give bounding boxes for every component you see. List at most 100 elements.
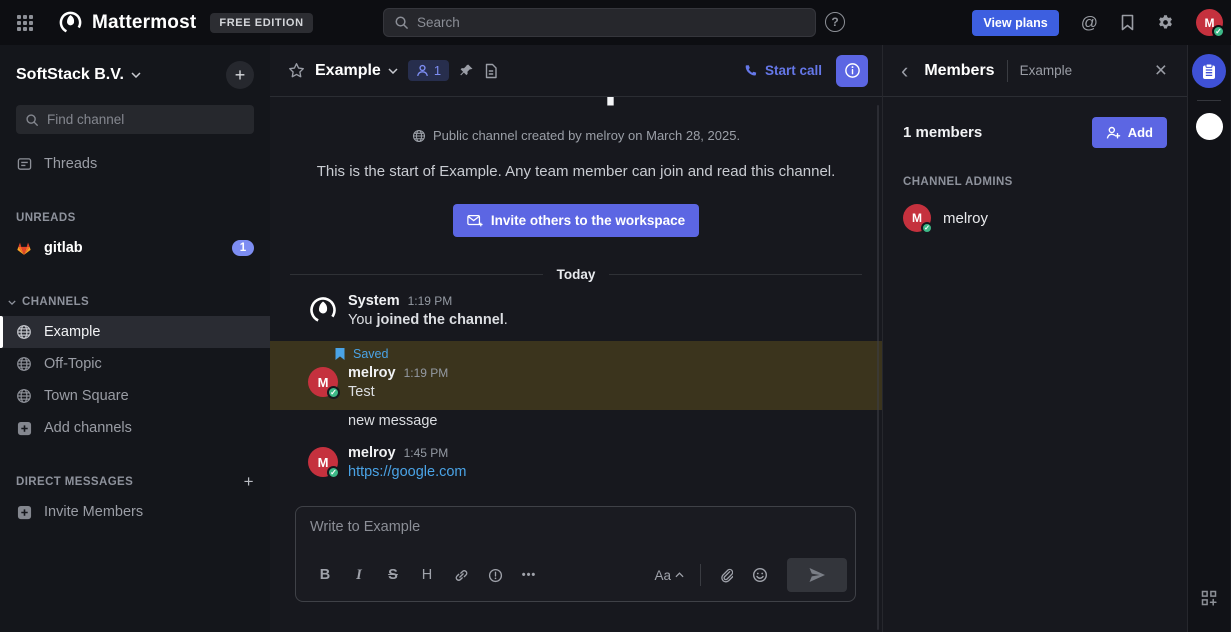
mentions-icon[interactable]: @ [1081, 13, 1098, 33]
paperclip-icon [719, 567, 733, 583]
sidebar-item-example[interactable]: Example [0, 316, 270, 348]
invite-members-button[interactable]: Invite Members [0, 496, 270, 528]
saved-message-block: Saved M ✓ melroy 1:19 PM Test [270, 341, 882, 410]
product-switcher-icon[interactable] [8, 6, 42, 40]
help-icon[interactable]: ? [825, 12, 845, 32]
message-text: You joined the channel. [348, 312, 858, 328]
user-avatar[interactable]: M ✓ [308, 447, 338, 477]
emoji-picker-button[interactable] [745, 560, 775, 590]
topbar-actions: View plans @ M ✓ [972, 0, 1223, 45]
system-message[interactable]: System 1:19 PM You joined the channel. [270, 288, 882, 333]
channel-members-button[interactable]: 1 [408, 60, 449, 81]
send-icon [808, 567, 826, 583]
plus-square-icon [16, 505, 32, 520]
sidebar-item-threads[interactable]: Threads [0, 148, 270, 180]
more-formatting-button[interactable]: ••• [514, 560, 544, 590]
scrollbar[interactable] [877, 105, 879, 630]
sidebar-item-gitlab[interactable]: gitlab 1 [0, 232, 270, 264]
member-count-label: 1 members [903, 124, 982, 141]
chevron-up-icon [675, 572, 684, 578]
online-status-icon: ✓ [327, 386, 340, 399]
channel-header: Example 1 Start call [270, 45, 882, 97]
person-icon [416, 64, 429, 77]
channel-files-icon[interactable] [484, 63, 498, 79]
send-message-button[interactable] [787, 558, 847, 592]
bookmark-icon [334, 347, 346, 361]
saved-flag: Saved [270, 347, 882, 365]
link-icon [454, 568, 469, 583]
message[interactable]: M ✓ melroy 1:45 PM https://google.com [270, 440, 882, 485]
message[interactable]: M ✓ melroy 1:19 PM Test [270, 365, 882, 402]
strikethrough-button[interactable]: S [378, 560, 408, 590]
close-panel-button[interactable]: × [1151, 59, 1171, 83]
channels-section-label[interactable]: CHANNELS [0, 288, 270, 316]
saved-posts-icon[interactable] [1120, 14, 1135, 31]
invite-others-button[interactable]: Invite others to the workspace [453, 204, 699, 237]
members-panel: ‹ Members Example × 1 members Add CHANNE… [883, 45, 1187, 632]
sidebar-item-off-topic[interactable]: Off-Topic [0, 348, 270, 380]
team-menu-button[interactable]: SoftStack B.V. [16, 66, 141, 84]
gitlab-icon [16, 240, 32, 257]
add-members-button[interactable]: Add [1092, 117, 1167, 148]
message-text: Test [348, 384, 858, 400]
add-channels-button[interactable]: Add channels [0, 412, 270, 444]
global-search[interactable] [383, 8, 816, 37]
globe-icon [16, 324, 32, 340]
message-author[interactable]: melroy [348, 365, 396, 381]
search-input[interactable] [417, 15, 805, 30]
unreads-section-label: UNREADS [0, 204, 270, 232]
message-input[interactable] [296, 507, 855, 555]
message-timestamp: 1:19 PM [408, 294, 453, 308]
search-icon [394, 15, 409, 30]
channel-intro-meta: Public channel created by melroy on Marc… [270, 128, 882, 143]
app-bar [1187, 45, 1230, 632]
find-channel-input[interactable] [47, 112, 245, 127]
message-link[interactable]: https://google.com [348, 464, 467, 480]
globe-icon [16, 388, 32, 404]
bold-button[interactable]: B [310, 560, 340, 590]
online-status-icon: ✓ [1212, 25, 1225, 38]
message-followup[interactable]: new message [270, 410, 882, 432]
find-channel[interactable] [16, 105, 254, 134]
brand-name: Mattermost [92, 12, 196, 34]
channel-intro-description: This is the start of Example. Any team m… [270, 163, 882, 180]
channel-intro-title: Example [270, 97, 882, 108]
mattermost-logo: Mattermost [58, 10, 196, 35]
channel-info-button[interactable] [836, 55, 868, 87]
pinned-posts-icon[interactable] [459, 63, 474, 78]
show-formatting-button[interactable]: Aa [648, 564, 690, 587]
system-avatar [308, 295, 338, 325]
settings-gear-icon[interactable] [1157, 14, 1174, 31]
search-icon [25, 113, 39, 127]
playbooks-app-icon[interactable] [1192, 54, 1226, 88]
chevron-down-icon [131, 72, 141, 78]
view-plans-button[interactable]: View plans [972, 10, 1058, 36]
link-button[interactable] [446, 560, 476, 590]
start-call-button[interactable]: Start call [743, 63, 822, 78]
saved-label: Saved [353, 347, 388, 361]
sidebar-item-town-square[interactable]: Town Square [0, 380, 270, 412]
member-row-melroy[interactable]: M ✓ melroy [883, 198, 1187, 238]
italic-button[interactable]: I [344, 560, 374, 590]
user-avatar[interactable]: M ✓ [308, 367, 338, 397]
attach-file-button[interactable] [711, 560, 741, 590]
message-list[interactable]: Example Public channel created by melroy… [270, 97, 882, 506]
panel-subtitle: Example [1020, 63, 1073, 78]
custom-app-icon[interactable] [1196, 113, 1223, 140]
center-channel: Example 1 Start call [270, 45, 883, 632]
channel-title-menu[interactable]: Example [315, 62, 398, 80]
user-avatar: M ✓ [903, 204, 931, 232]
app-marketplace-icon[interactable] [1201, 590, 1217, 606]
new-direct-message-button[interactable]: + [244, 472, 254, 492]
favorite-star-icon[interactable] [288, 62, 305, 79]
back-button[interactable]: ‹ [897, 60, 912, 82]
composer-toolbar: B I S H ••• Aa [296, 555, 855, 601]
chevron-down-icon [388, 68, 398, 74]
plus-square-icon [16, 421, 32, 436]
message-author[interactable]: melroy [348, 445, 396, 461]
priority-button[interactable] [480, 560, 510, 590]
user-avatar[interactable]: M ✓ [1196, 9, 1223, 36]
message-author: System [348, 293, 400, 309]
add-browse-channels-button[interactable]: + [226, 61, 254, 89]
heading-button[interactable]: H [412, 560, 442, 590]
